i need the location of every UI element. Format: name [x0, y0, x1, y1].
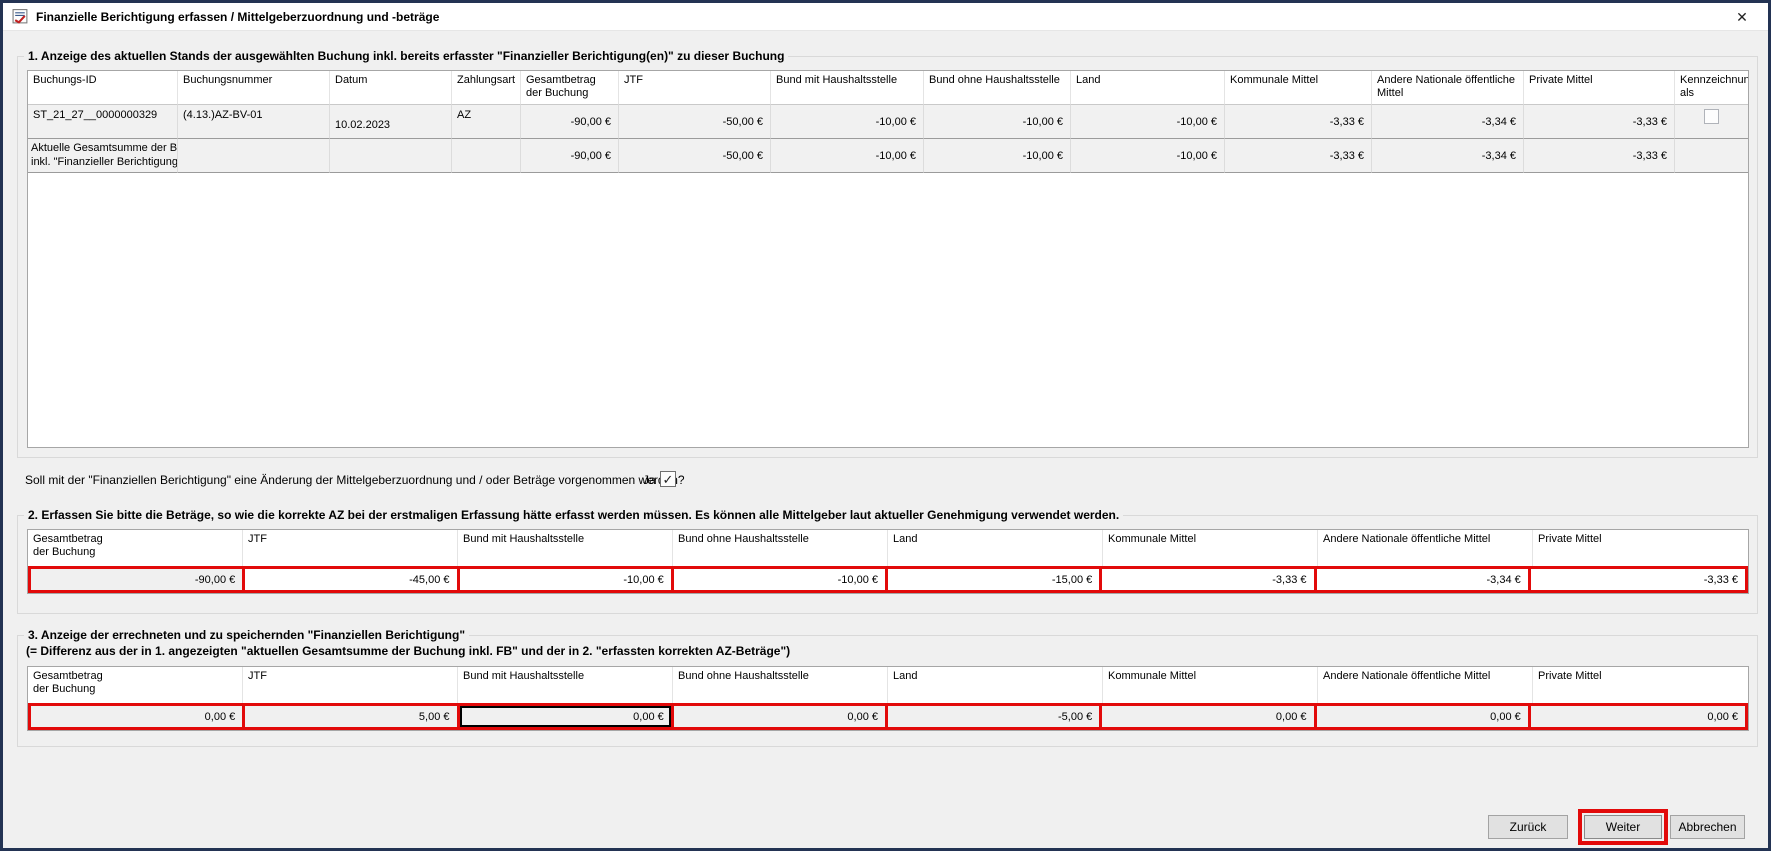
column-header-land: Land	[888, 530, 1103, 566]
bund-mit-result[interactable]: 0,00 €	[460, 706, 674, 727]
column-header-bund-ohne: Bund ohne Haushaltsstelle	[673, 667, 888, 703]
booking-private-cell: -3,33 €	[1524, 105, 1675, 139]
jtf-result: 5,00 €	[245, 706, 459, 727]
sum-andere-nationale-cell: -3,34 €	[1372, 139, 1524, 173]
kommunale-result: 0,00 €	[1102, 706, 1316, 727]
bookings-table: Buchungs-ID Buchungsnummer Datum Zahlung…	[27, 70, 1749, 448]
section3-subtitle: (= Differenz aus der in 1. angezeigten "…	[26, 644, 790, 658]
column-header-bund-ohne: Bund ohne Haushaltsstelle	[673, 530, 888, 566]
window-title: Finanzielle Berichtigung erfassen / Mitt…	[36, 10, 439, 24]
section3-groupbox: 3. Anzeige der errechneten und zu speich…	[17, 635, 1758, 747]
section3-title: 3. Anzeige der errechneten und zu speich…	[24, 628, 469, 642]
section2-groupbox: 2. Erfassen Sie bitte die Beträge, so wi…	[17, 515, 1758, 614]
column-header-jtf: JTF	[243, 667, 458, 703]
column-header-gesamtbetrag: Gesamtbetrag der Buchung	[28, 667, 243, 703]
gesamtbetrag-result: 0,00 €	[31, 706, 245, 727]
title-bar: Finanzielle Berichtigung erfassen / Mitt…	[3, 3, 1768, 31]
sum-row-label: Aktuelle Gesamtsumme der Buchung inkl. "…	[28, 139, 178, 173]
column-header-land: Land	[888, 667, 1103, 703]
sum-empty-cell	[178, 139, 330, 173]
land-input[interactable]: -15,00 €	[888, 569, 1102, 590]
column-header-kommunale: Kommunale Mittel	[1103, 530, 1318, 566]
correction-result-row: 0,00 € 5,00 € 0,00 € 0,00 € -5,00 € 0,00…	[28, 703, 1748, 730]
column-header-kommunale: Kommunale Mittel	[1103, 667, 1318, 703]
change-question-label: Soll mit der "Finanziellen Berichtigung"…	[25, 473, 685, 487]
kennzeichnung-checkbox[interactable]	[1704, 109, 1719, 124]
column-header-jtf: JTF	[243, 530, 458, 566]
sum-private-cell: -3,33 €	[1524, 139, 1675, 173]
booking-land-cell: -10,00 €	[1071, 105, 1225, 139]
column-header-gesamtbetrag: Gesamtbetrag der Buchung	[521, 71, 619, 105]
sum-bund-mit-cell: -10,00 €	[771, 139, 924, 173]
booking-zahlungsart-cell: AZ	[452, 105, 521, 139]
column-header-gesamtbetrag: Gesamtbetrag der Buchung	[28, 530, 243, 566]
booking-andere-nationale-cell: -3,34 €	[1372, 105, 1524, 139]
jtf-input[interactable]: -45,00 €	[245, 569, 459, 590]
column-header-bund-mit: Bund mit Haushaltsstelle	[458, 667, 673, 703]
bund-mit-input[interactable]: -10,00 €	[460, 569, 674, 590]
booking-bund-ohne-cell: -10,00 €	[924, 105, 1071, 139]
booking-number-cell: (4.13.)AZ-BV-01	[178, 105, 330, 139]
sum-empty-cell	[330, 139, 452, 173]
next-button[interactable]: Weiter	[1584, 815, 1662, 839]
bund-ohne-input[interactable]: -10,00 €	[674, 569, 888, 590]
bund-ohne-result: 0,00 €	[674, 706, 888, 727]
close-button[interactable]: ✕	[1728, 7, 1756, 27]
booking-gesamtbetrag-cell: -90,00 €	[521, 105, 619, 139]
booking-kennzeichnung-cell	[1675, 105, 1748, 139]
sum-land-cell: -10,00 €	[1071, 139, 1225, 173]
column-header-private: Private Mittel	[1533, 530, 1748, 566]
column-header-andere-nationale: Andere Nationale öffentliche Mittel	[1318, 667, 1533, 703]
app-icon	[12, 8, 29, 25]
ja-checkbox[interactable]: ✓	[660, 471, 676, 487]
booking-kommunale-cell: -3,33 €	[1225, 105, 1372, 139]
sum-bund-ohne-cell: -10,00 €	[924, 139, 1071, 173]
column-header-bund-ohne: Bund ohne Haushaltsstelle	[924, 71, 1071, 105]
column-header-kommunale: Kommunale Mittel	[1225, 71, 1372, 105]
booking-id-cell: ST_21_27__0000000329	[28, 105, 178, 139]
column-header-kennzeichnung: Kennzeichnun als	[1675, 71, 1748, 105]
ja-label: Ja	[643, 473, 656, 487]
dialog-window: Finanzielle Berichtigung erfassen / Mitt…	[0, 0, 1771, 851]
sum-empty-cell	[452, 139, 521, 173]
column-header-buchungsnummer: Buchungsnummer	[178, 71, 330, 105]
section2-title: 2. Erfassen Sie bitte die Beträge, so wi…	[24, 508, 1123, 522]
sum-empty-cell	[1675, 139, 1748, 173]
checkmark-icon: ✓	[663, 473, 674, 486]
column-header-bund-mit: Bund mit Haushaltsstelle	[458, 530, 673, 566]
column-header-private: Private Mittel	[1533, 667, 1748, 703]
cancel-button[interactable]: Abbrechen	[1670, 815, 1745, 839]
private-result: 0,00 €	[1531, 706, 1745, 727]
column-header-andere-nationale: Andere Nationale öffentliche Mittel	[1318, 530, 1533, 566]
sum-gesamtbetrag-cell: -90,00 €	[521, 139, 619, 173]
column-header-zahlungsart: Zahlungsart	[452, 71, 521, 105]
andere-nationale-input[interactable]: -3,34 €	[1317, 569, 1531, 590]
correction-result-table: Gesamtbetrag der Buchung JTF Bund mit Ha…	[27, 666, 1749, 731]
column-header-bund-mit: Bund mit Haushaltsstelle	[771, 71, 924, 105]
close-icon: ✕	[1736, 9, 1748, 26]
section1-title: 1. Anzeige des aktuellen Stands der ausg…	[24, 49, 788, 63]
sum-kommunale-cell: -3,33 €	[1225, 139, 1372, 173]
next-button-highlight: Weiter	[1578, 809, 1668, 845]
column-header-private: Private Mittel	[1524, 71, 1675, 105]
correct-amounts-table: Gesamtbetrag der Buchung JTF Bund mit Ha…	[27, 529, 1749, 594]
column-header-datum: Datum	[330, 71, 452, 105]
booking-date-cell: 10.02.2023	[330, 105, 452, 139]
booking-jtf-cell: -50,00 €	[619, 105, 771, 139]
column-header-andere-nationale: Andere Nationale öffentliche Mittel	[1372, 71, 1524, 105]
back-button[interactable]: Zurück	[1488, 815, 1568, 839]
land-result: -5,00 €	[888, 706, 1102, 727]
gesamtbetrag-value: -90,00 €	[31, 569, 245, 590]
section1-groupbox: 1. Anzeige des aktuellen Stands der ausg…	[17, 56, 1758, 458]
andere-nationale-result: 0,00 €	[1317, 706, 1531, 727]
booking-bund-mit-cell: -10,00 €	[771, 105, 924, 139]
kommunale-input[interactable]: -3,33 €	[1102, 569, 1316, 590]
private-input[interactable]: -3,33 €	[1531, 569, 1745, 590]
column-header-land: Land	[1071, 71, 1225, 105]
column-header-buchungs-id: Buchungs-ID	[28, 71, 178, 105]
sum-jtf-cell: -50,00 €	[619, 139, 771, 173]
correct-amounts-row: -90,00 € -45,00 € -10,00 € -10,00 € -15,…	[28, 566, 1748, 593]
column-header-jtf: JTF	[619, 71, 771, 105]
